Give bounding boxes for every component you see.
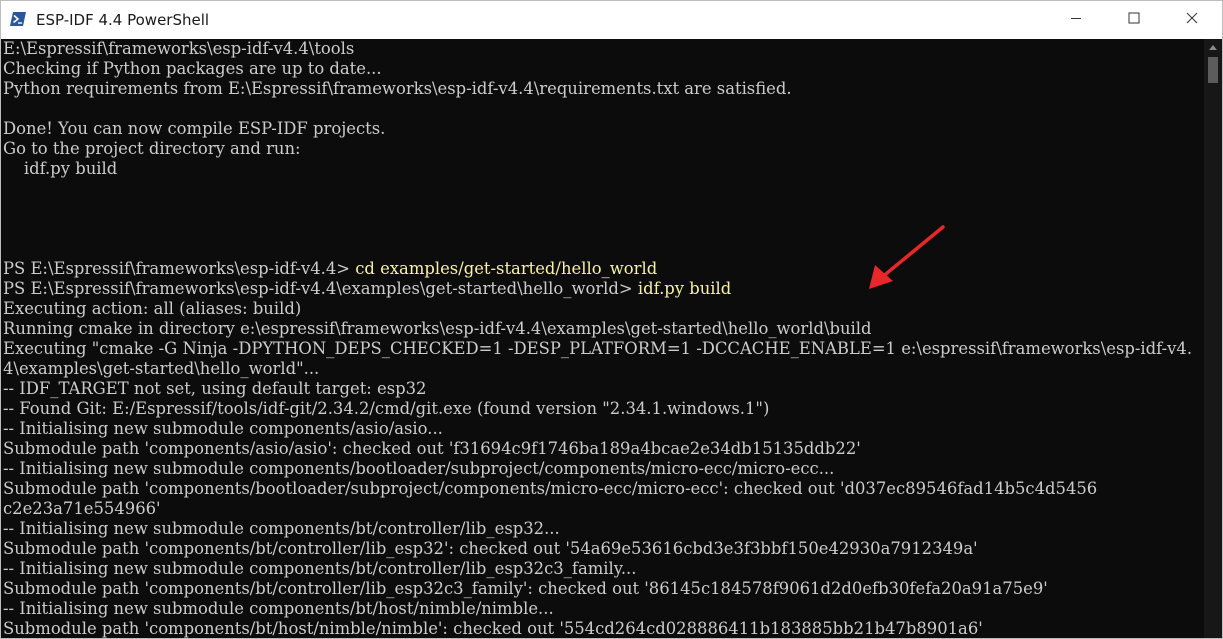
terminal-line: Go to the project directory and run:: [3, 139, 301, 158]
terminal-line: 4\examples\get-started\hello_world"...: [3, 359, 320, 378]
terminal-line: Submodule path 'components/bootloader/su…: [3, 479, 1098, 498]
terminal-line: Python requirements from E:\Espressif\fr…: [3, 79, 792, 98]
powershell-window: ESP-IDF 4.4 PowerShell E:\Espressif\fram…: [0, 0, 1223, 639]
maximize-button[interactable]: [1105, 1, 1163, 39]
title-bar[interactable]: ESP-IDF 4.4 PowerShell: [1, 1, 1222, 39]
maximize-icon: [1128, 11, 1140, 29]
prompt-line: PS E:\Espressif\frameworks\esp-idf-v4.4\…: [3, 279, 731, 299]
window-title: ESP-IDF 4.4 PowerShell: [36, 11, 210, 29]
prompt-text: PS E:\Espressif\frameworks\esp-idf-v4.4\…: [3, 279, 638, 298]
close-icon: [1186, 11, 1198, 29]
terminal-line: E:\Espressif\frameworks\esp-idf-v4.4\too…: [3, 39, 355, 58]
terminal-line: Submodule path 'components/bt/controller…: [3, 539, 978, 558]
minimize-button[interactable]: [1047, 1, 1105, 39]
terminal-line: -- IDF_TARGET not set, using default tar…: [3, 379, 427, 398]
terminal-line: Submodule path 'components/bt/controller…: [3, 579, 1048, 598]
terminal-line: Running cmake in directory e:\espressif\…: [3, 319, 872, 338]
prompt-line: PS E:\Espressif\frameworks\esp-idf-v4.4>…: [3, 259, 657, 279]
terminal-line: c2e23a71e554966': [3, 499, 161, 518]
scroll-up-arrow-icon[interactable]: [1204, 39, 1222, 56]
terminal-output[interactable]: E:\Espressif\frameworks\esp-idf-v4.4\too…: [1, 39, 1204, 638]
vertical-scrollbar[interactable]: [1204, 39, 1222, 638]
powershell-icon: [10, 12, 26, 26]
terminal-line: -- Initialising new submodule components…: [3, 419, 443, 438]
minimize-icon: [1070, 11, 1082, 29]
prompt-text: PS E:\Espressif\frameworks\esp-idf-v4.4>: [3, 259, 356, 278]
terminal-line: -- Initialising new submodule components…: [3, 559, 637, 578]
terminal-line: Executing action: all (aliases: build): [3, 299, 302, 318]
scrollbar-thumb[interactable]: [1208, 57, 1218, 83]
terminal-line: Executing "cmake -G Ninja -DPYTHON_DEPS_…: [3, 339, 1193, 358]
terminal-line: Checking if Python packages are up to da…: [3, 59, 382, 78]
terminal-line: -- Initialising new submodule components…: [3, 599, 554, 618]
close-button[interactable]: [1163, 1, 1221, 39]
command-text: cd examples/get-started/hello_world: [355, 259, 658, 278]
terminal-line: Submodule path 'components/bt/host/nimbl…: [3, 619, 983, 638]
terminal-line: -- Initialising new submodule components…: [3, 519, 560, 538]
command-text: idf.py build: [637, 279, 732, 298]
terminal-line: -- Found Git: E:/Espressif/tools/idf-git…: [3, 399, 770, 418]
terminal-line: idf.py build: [3, 159, 118, 178]
terminal-line: Done! You can now compile ESP-IDF projec…: [3, 119, 386, 138]
terminal-line: -- Initialising new submodule components…: [3, 459, 835, 478]
terminal-line: Submodule path 'components/asio/asio': c…: [3, 439, 861, 458]
